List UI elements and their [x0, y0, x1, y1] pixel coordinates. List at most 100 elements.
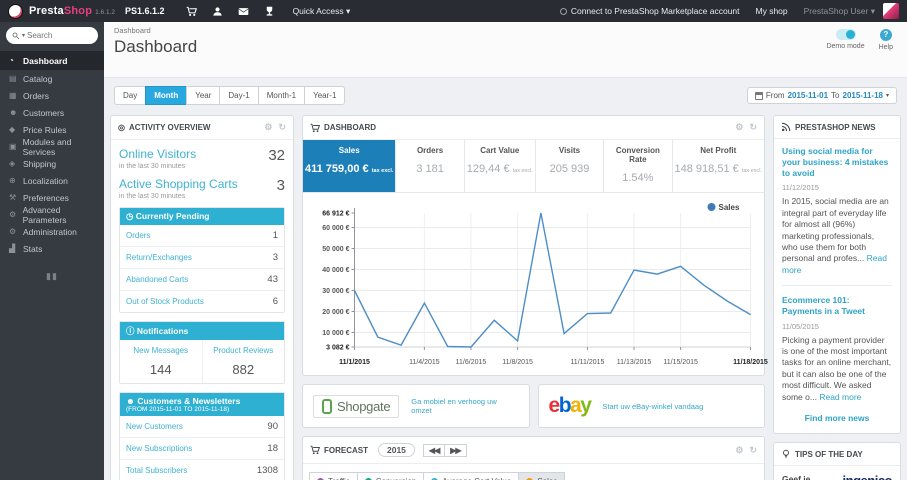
user-avatar[interactable]	[883, 3, 899, 19]
toggle-conversion[interactable]: Conversion	[356, 472, 425, 480]
messages-icon[interactable]	[231, 5, 257, 16]
kpi-value: 205 939	[549, 163, 590, 175]
customers-icon[interactable]	[205, 5, 231, 16]
refresh-icon[interactable]: ↻	[749, 122, 757, 133]
previous-year-button[interactable]: ◀◀	[422, 443, 446, 457]
kpi-conversion-rate[interactable]: Conversion Rate 1.54%	[604, 140, 673, 192]
sidebar-item-administration[interactable]: ⚙ Administration	[0, 223, 104, 240]
gear-icon[interactable]: ⚙	[264, 122, 272, 133]
kpi-cart-value[interactable]: Cart Value 129,44 € tax excl.	[465, 140, 536, 192]
currently-pending-header: ◷ Currently Pending	[120, 208, 284, 225]
demo-mode-toggle[interactable]: Demo mode	[826, 29, 865, 51]
sales-chart[interactable]: 66 912 € 60 000 € 50 000 € 40 000 € 30 000 €…	[305, 199, 768, 375]
sidebar-search[interactable]: ▾	[6, 27, 98, 44]
pending-orders-link[interactable]: Orders	[126, 231, 150, 240]
new-messages-value: 144	[149, 362, 172, 377]
shopgate-link[interactable]: Ga mobiel en verhoog uw omzet	[411, 397, 518, 415]
refresh-icon[interactable]: ↻	[278, 122, 286, 133]
kpi-orders[interactable]: Orders 3 181	[396, 140, 465, 192]
toggle-sales[interactable]: Sales	[518, 472, 566, 480]
marketplace-link[interactable]: Connect to PrestaShop Marketplace accoun…	[559, 6, 740, 16]
sidebar-item-catalog[interactable]: ▤ Catalog	[0, 70, 104, 87]
date-from-label: From	[765, 91, 785, 100]
kpi-suffix: tax excl.	[512, 168, 533, 174]
news-panel-header: PRESTASHOP NEWS	[774, 116, 900, 139]
pending-returns-row: Return/Exchanges 3	[120, 247, 284, 269]
sidebar-item-dashboard[interactable]: ◔ Dashboard	[0, 51, 104, 70]
product-reviews-cell[interactable]: Product Reviews 882	[201, 340, 285, 383]
my-shop-link[interactable]: My shop	[756, 6, 788, 16]
ebay-link[interactable]: Start uw eBay-winkel vandaag	[602, 402, 703, 411]
abandoned-carts-link[interactable]: Abandoned Carts	[126, 275, 188, 284]
sidebar-item-shipping[interactable]: ◈ Shipping	[0, 155, 104, 172]
sidebar-item-label: Catalog	[23, 73, 53, 84]
search-scope-caret-icon[interactable]: ▾	[22, 32, 25, 39]
kpi-net-profit[interactable]: Net Profit 148 918,51 € tax excl.	[673, 140, 764, 192]
ingenico-logo[interactable]: ingenico Payment services	[828, 474, 893, 480]
quick-access-menu[interactable]: Quick Access ▾	[293, 6, 351, 17]
toggle-traffic[interactable]: Traffic	[309, 472, 358, 480]
read-more-link[interactable]: Read more	[819, 392, 861, 402]
sidebar-collapse-icon[interactable]: ▮▮	[0, 271, 104, 282]
toggle-icon[interactable]	[835, 29, 856, 40]
shop-name[interactable]: PS1.6.1.2	[125, 6, 165, 16]
find-more-news-link[interactable]: Find more news	[782, 403, 892, 431]
ebay-logo: ebay	[548, 394, 592, 417]
demo-mode-label: Demo mode	[826, 43, 865, 50]
cart-icon[interactable]	[179, 5, 205, 16]
range-button-group: Day Month Year Day-1 Month-1 Year-1	[114, 86, 346, 105]
range-year-1-button[interactable]: Year-1	[304, 86, 346, 105]
toggle-average-cart-value[interactable]: Average Cart Value	[423, 472, 520, 480]
new-customers-link[interactable]: New Customers	[126, 422, 183, 431]
active-carts-link[interactable]: Active Shopping Carts	[119, 177, 238, 191]
customers-icon: ☻	[9, 108, 18, 117]
out-of-stock-link[interactable]: Out of Stock Products	[126, 297, 204, 306]
next-year-button[interactable]: ▶▶	[444, 443, 467, 457]
gear-icon[interactable]: ⚙	[735, 445, 743, 456]
preferences-icon: ⚒	[9, 193, 17, 202]
news-article-title[interactable]: Ecommerce 101: Payments in a Tweet	[782, 295, 892, 317]
sidebar-item-preferences[interactable]: ⚒ Preferences	[0, 189, 104, 206]
sidebar-item-label: Localization	[23, 175, 68, 186]
sidebar-item-price-rules[interactable]: ◆ Price Rules	[0, 121, 104, 138]
sales-chart-container: 66 912 € 60 000 € 50 000 € 40 000 € 30 000 €…	[303, 193, 768, 375]
cart-icon	[310, 445, 320, 455]
refresh-icon[interactable]: ↻	[749, 445, 757, 456]
range-month-button[interactable]: Month	[145, 86, 188, 105]
news-article-title[interactable]: Using social media for your business: 4 …	[782, 146, 892, 179]
forecast-year-badge[interactable]: 2015	[378, 443, 415, 457]
user-menu[interactable]: PrestaShop User ▾	[804, 6, 875, 17]
svg-text:Sales: Sales	[719, 203, 740, 212]
svg-text:40 000 €: 40 000 €	[322, 267, 349, 274]
sidebar-item-stats[interactable]: ▟ Stats	[0, 240, 104, 257]
online-visitors-link[interactable]: Online Visitors	[119, 147, 196, 161]
notifications-header: ⓘ Notifications	[120, 322, 284, 340]
total-subscribers-link[interactable]: Total Subscribers	[126, 466, 187, 475]
sidebar-item-label: Preferences	[23, 192, 69, 203]
range-year-button[interactable]: Year	[186, 86, 221, 105]
pending-returns-value: 3	[272, 252, 278, 263]
range-day-button[interactable]: Day	[114, 86, 147, 105]
range-month-1-button[interactable]: Month-1	[257, 86, 306, 105]
sidebar-item-customers[interactable]: ☻ Customers	[0, 104, 104, 121]
sidebar-item-orders[interactable]: ▦ Orders	[0, 87, 104, 104]
sidebar-item-modules[interactable]: ▣ Modules and Services	[0, 137, 104, 157]
new-subscriptions-link[interactable]: New Subscriptions	[126, 444, 192, 453]
sidebar-item-advanced-parameters[interactable]: ⚙ Advanced Parameters	[0, 205, 104, 225]
kpi-sales[interactable]: Sales 411 759,00 € tax excl.	[303, 140, 397, 192]
help-button[interactable]: ? Help	[879, 29, 893, 51]
catalog-icon: ▤	[9, 74, 17, 83]
tips-body: ingenico Payment services Geef je Sales …	[774, 466, 900, 480]
breadcrumb[interactable]: Dashboard	[114, 26, 897, 35]
search-input[interactable]	[27, 31, 84, 40]
new-messages-cell[interactable]: New Messages 144	[120, 340, 202, 383]
gear-icon[interactable]: ⚙	[735, 122, 743, 133]
pending-returns-link[interactable]: Return/Exchanges	[126, 253, 192, 262]
search-icon	[12, 32, 20, 39]
date-range-picker[interactable]: From 2015-11-01 To 2015-11-18 ▾	[746, 87, 897, 104]
kpi-visits[interactable]: Visits 205 939	[536, 140, 605, 192]
trophy-icon[interactable]	[257, 5, 283, 16]
prestashop-admin: PrestaShop 1.6.1.2 PS1.6.1.2 Quick Acces…	[0, 0, 907, 480]
sidebar-item-localization[interactable]: ⊕ Localization	[0, 172, 104, 189]
range-day-1-button[interactable]: Day-1	[219, 86, 259, 105]
